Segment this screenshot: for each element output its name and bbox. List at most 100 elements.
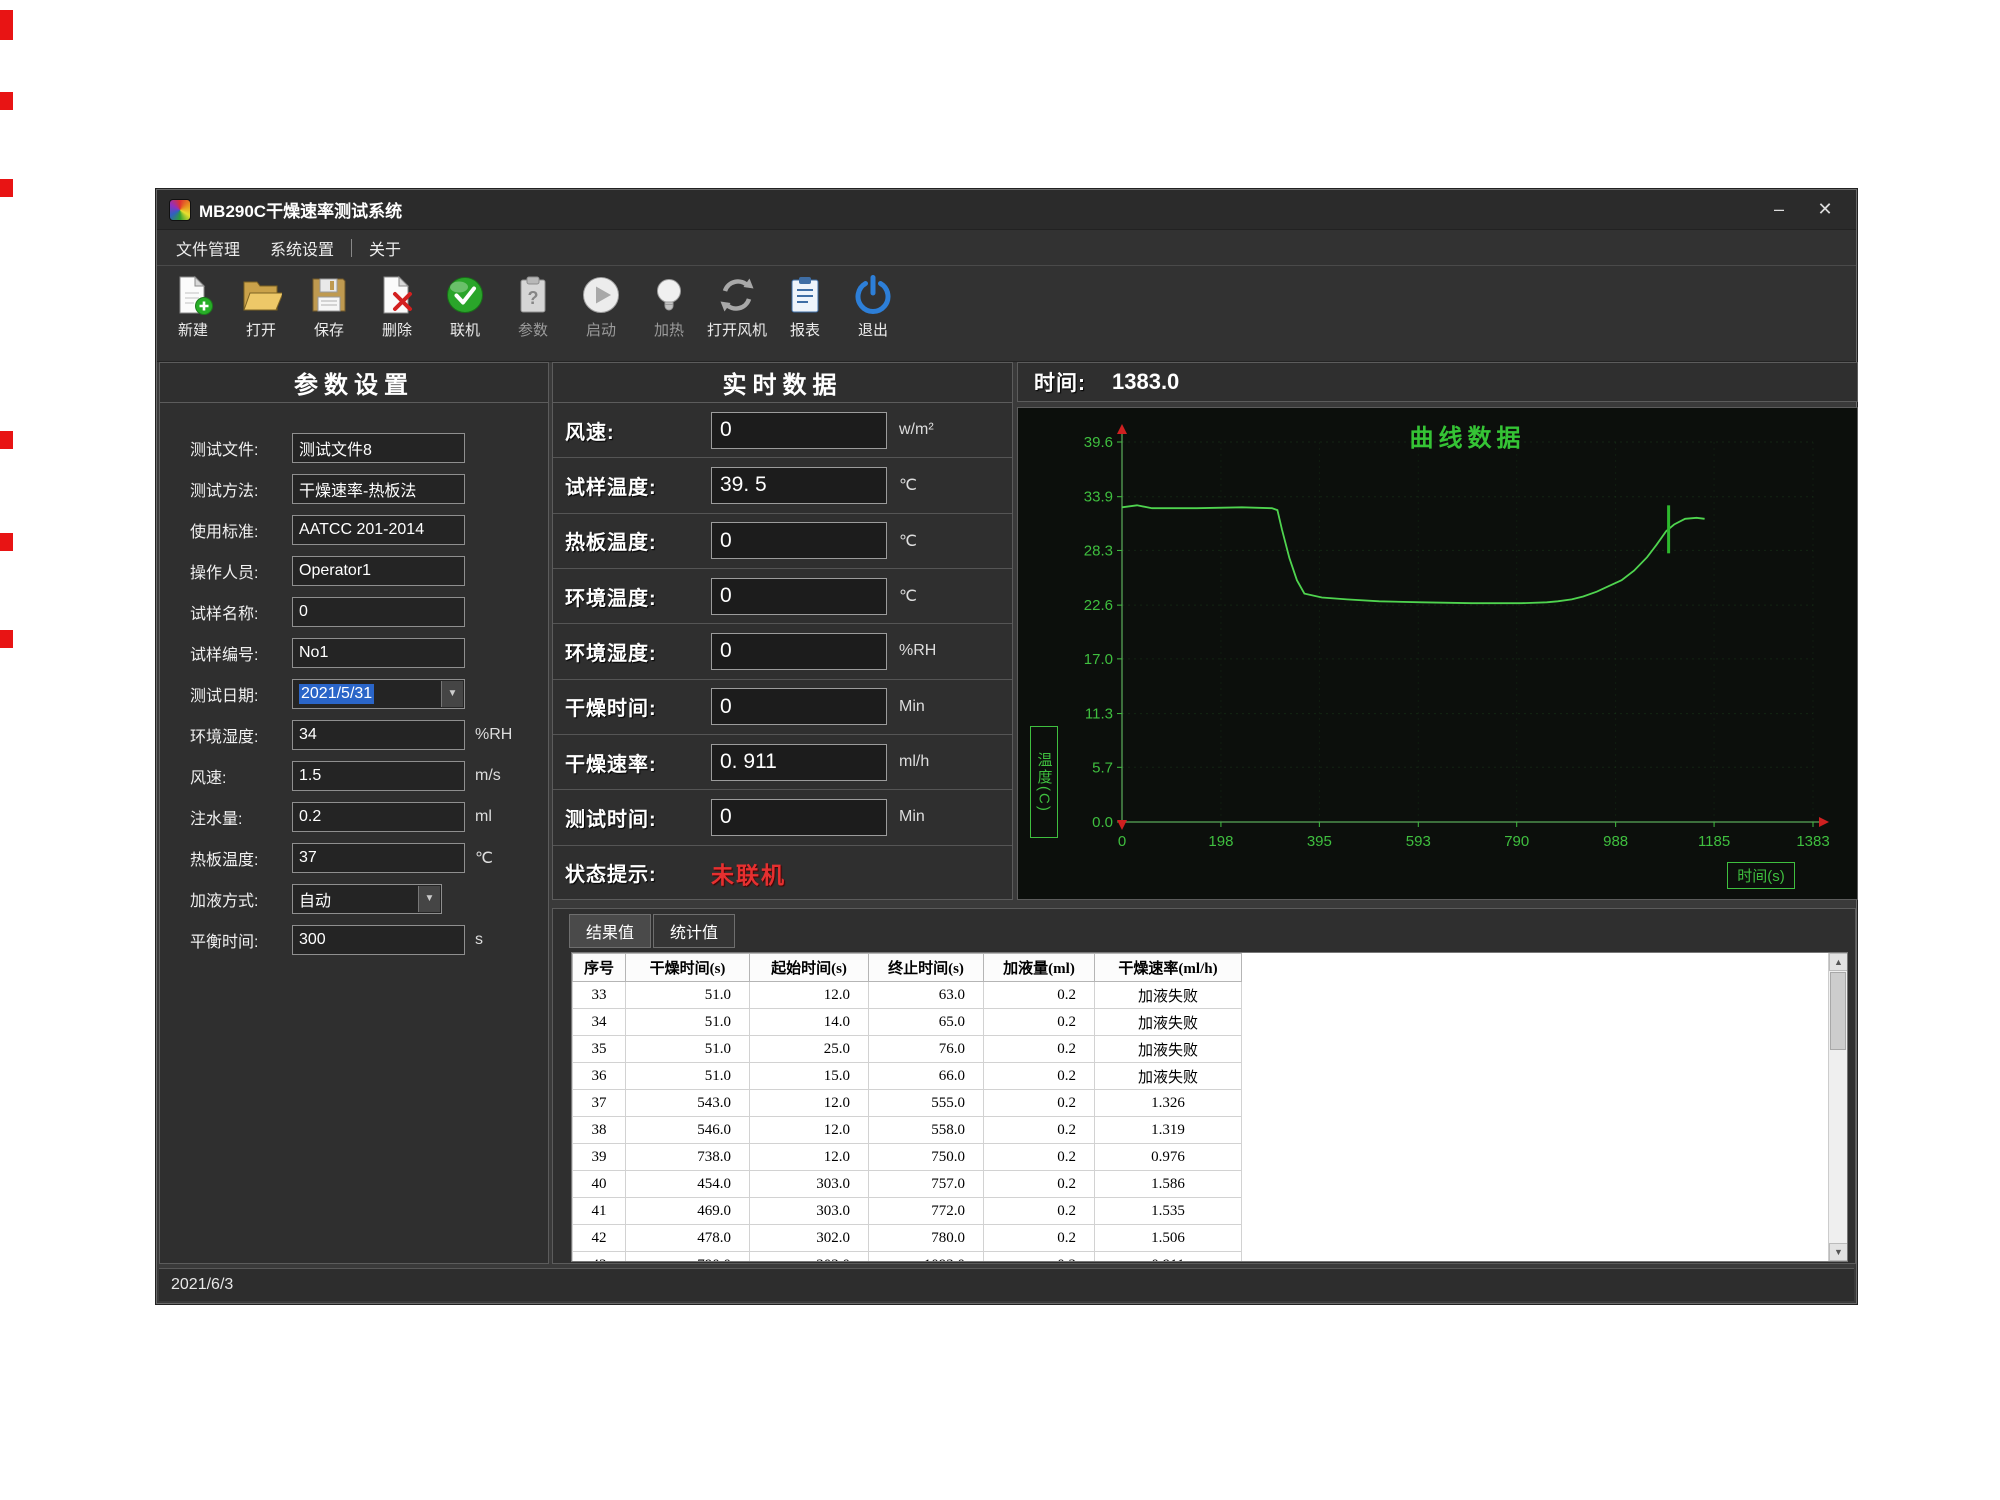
table-cell: 0.2 [984,982,1095,1009]
table-cell: 546.0 [626,1117,750,1144]
text-input[interactable]: No1 [292,638,465,668]
menu-item-1[interactable]: 系统设置 [255,230,349,265]
table-cell: 12.0 [750,1117,869,1144]
svg-text:0.0: 0.0 [1092,814,1113,831]
selected-option: 自动 [299,887,331,911]
text-input[interactable]: 34 [292,720,465,750]
table-row[interactable]: 38546.012.0558.00.21.319 [573,1117,1242,1144]
table-row[interactable]: 42478.0302.0780.00.21.506 [573,1225,1242,1252]
tab-results[interactable]: 结果值 [569,914,651,948]
toolbar-button-exit-power[interactable]: 退出 [839,272,907,340]
results-tabs: 结果值 统计值 [569,914,737,948]
chevron-down-icon[interactable]: ▼ [418,886,440,912]
table-cell: 738.0 [626,1144,750,1171]
text-input[interactable]: 0.2 [292,802,465,832]
realtime-label: 干燥时间: [553,692,711,721]
toolbar-button-delete-document[interactable]: 删除 [363,272,431,340]
toolbar-label: 退出 [858,319,888,340]
toolbar-button-new-document[interactable]: 新建 [159,272,227,340]
table-cell: 25.0 [750,1036,869,1063]
scroll-down-arrow[interactable]: ▼ [1829,1243,1848,1261]
toolbar-button-open-folder[interactable]: 打开 [227,272,295,340]
realtime-row-3: 环境温度:0℃ [553,569,1012,624]
temperature-curve-chart: 39.633.928.322.617.011.35.70.00198395593… [1018,408,1857,899]
toolbar-button-connect-check[interactable]: 联机 [431,272,499,340]
column-header: 加液量(ml) [984,954,1095,982]
heat-bulb-icon [648,274,690,316]
toolbar-button-save-floppy[interactable]: 保存 [295,272,363,340]
chevron-down-icon[interactable]: ▼ [441,681,463,707]
date-input[interactable]: 2021/5/31 ▼ [292,679,465,709]
param-field-10: 热板温度:37℃ [160,837,548,878]
table-cell: 12.0 [750,1090,869,1117]
toolbar-label: 加热 [654,319,684,340]
field-label: 热板温度: [160,846,292,870]
text-input[interactable]: 干燥速率-热板法 [292,474,465,504]
table-row[interactable]: 40454.0303.0757.00.21.586 [573,1171,1242,1198]
realtime-unit: ℃ [899,531,917,551]
table-cell: 37 [573,1090,626,1117]
table-cell: 51.0 [626,1063,750,1090]
toolbar-label: 保存 [314,319,344,340]
toolbar-button-parameters-clipboard: ?参数 [499,272,567,340]
table-cell: 0.2 [984,1090,1095,1117]
table-row[interactable]: 43790.0303.01093.00.20.911 [573,1252,1242,1263]
svg-text:0: 0 [1118,833,1126,850]
scroll-up-arrow[interactable]: ▲ [1829,953,1848,971]
text-input[interactable]: Operator1 [292,556,465,586]
text-input[interactable]: 0 [292,597,465,627]
table-row[interactable]: 3551.025.076.00.2加液失败 [573,1036,1242,1063]
delete-document-icon [376,274,418,316]
table-cell: 76.0 [869,1036,984,1063]
toolbar-label: 报表 [790,319,820,340]
svg-text:198: 198 [1208,833,1233,850]
menu-item-2[interactable]: 关于 [354,230,416,265]
field-label: 测试文件: [160,436,292,460]
realtime-panel: 实时数据 风速:0w/m²试样温度:39. 5℃热板温度:0℃环境温度:0℃环境… [552,362,1013,900]
table-row[interactable]: 37543.012.0555.00.21.326 [573,1090,1242,1117]
realtime-panel-title: 实时数据 [553,363,1012,403]
realtime-unit: %RH [899,642,936,660]
results-table-container: 序号干燥时间(s)起始时间(s)终止时间(s)加液量(ml)干燥速率(ml/h)… [571,952,1848,1262]
open-folder-icon [240,274,282,316]
realtime-rows: 风速:0w/m²试样温度:39. 5℃热板温度:0℃环境温度:0℃环境湿度:0%… [553,403,1012,900]
table-row[interactable]: 39738.012.0750.00.20.976 [573,1144,1242,1171]
text-input[interactable]: AATCC 201-2014 [292,515,465,545]
table-row[interactable]: 3351.012.063.00.2加液失败 [573,982,1242,1009]
edge-mark [0,92,13,110]
edge-mark [0,10,13,40]
table-cell: 302.0 [750,1225,869,1252]
table-cell: 558.0 [869,1117,984,1144]
param-field-9: 注水量:0.2ml [160,796,548,837]
table-cell: 790.0 [626,1252,750,1263]
select-input[interactable]: 自动 ▼ [292,884,442,914]
realtime-label: 风速: [553,416,711,445]
text-input[interactable]: 300 [292,925,465,955]
table-row[interactable]: 41469.0303.0772.00.21.535 [573,1198,1242,1225]
table-cell: 0.2 [984,1225,1095,1252]
field-label: 风速: [160,764,292,788]
param-field-1: 测试方法:干燥速率-热板法 [160,468,548,509]
table-row[interactable]: 3651.015.066.00.2加液失败 [573,1063,1242,1090]
param-field-12: 平衡时间:300s [160,919,548,960]
chart-title: 曲线数据 [1122,418,1813,453]
table-cell: 1.586 [1095,1171,1242,1198]
table-cell: 1.319 [1095,1117,1242,1144]
field-unit: %RH [475,726,512,744]
close-button[interactable]: ✕ [1802,195,1848,225]
tab-statistics[interactable]: 统计值 [653,914,735,948]
selected-date-text: 2021/5/31 [299,684,374,704]
menu-item-0[interactable]: 文件管理 [161,230,255,265]
svg-text:790: 790 [1504,833,1529,850]
minimize-button[interactable]: – [1756,195,1802,225]
text-input[interactable]: 37 [292,843,465,873]
toolbar-button-report-clipboard[interactable]: 报表 [771,272,839,340]
scrollbar-thumb[interactable] [1830,972,1846,1050]
realtime-unit: ℃ [899,475,917,495]
table-row[interactable]: 3451.014.065.00.2加液失败 [573,1009,1242,1036]
toolbar-button-fan-arrows[interactable]: 打开风机 [703,272,771,340]
text-input[interactable]: 测试文件8 [292,433,465,463]
text-input[interactable]: 1.5 [292,761,465,791]
realtime-label: 热板温度: [553,526,711,555]
table-scrollbar[interactable]: ▲ ▼ [1828,953,1847,1261]
